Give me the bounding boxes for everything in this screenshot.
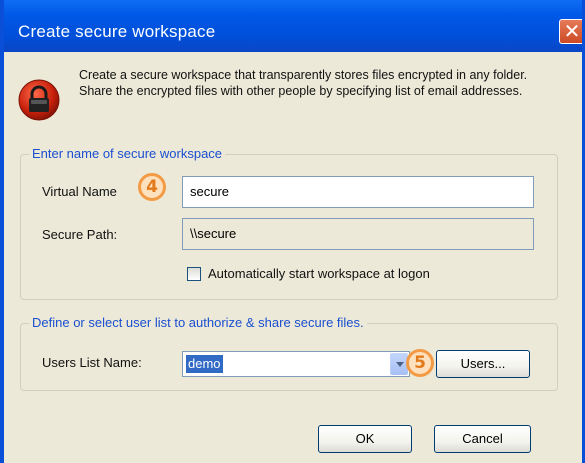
secure-path-label: Secure Path: — [42, 227, 118, 242]
create-secure-workspace-dialog: Create secure workspace ✕ Create a secur… — [0, 0, 585, 463]
workspace-group-legend: Enter name of secure workspace — [29, 146, 226, 161]
lock-icon — [18, 79, 60, 121]
ok-button[interactable]: OK — [318, 425, 412, 453]
users-group-legend: Define or select user list to authorize … — [29, 315, 367, 330]
users-list-label: Users List Name: — [42, 355, 142, 370]
users-list-selected-value: demo — [186, 355, 223, 373]
autostart-checkbox[interactable] — [187, 267, 201, 281]
users-button[interactable]: Users... — [436, 350, 530, 378]
dialog-title: Create secure workspace — [18, 22, 216, 41]
virtual-name-input[interactable]: secure — [182, 176, 534, 208]
step-4-callout: 4 — [138, 173, 166, 201]
users-list-select[interactable]: demo — [182, 351, 410, 377]
autostart-label[interactable]: Automatically start workspace at logon — [208, 266, 430, 281]
intro-text: Create a secure workspace that transpare… — [79, 68, 528, 98]
close-button[interactable]: ✕ — [559, 19, 582, 44]
step-5-callout: 5 — [406, 349, 434, 377]
title-bar: Create secure workspace ✕ — [4, 0, 582, 52]
virtual-name-label: Virtual Name — [42, 184, 117, 199]
close-icon: ✕ — [563, 19, 581, 43]
cancel-button[interactable]: Cancel — [434, 425, 531, 453]
secure-path-field: \\secure — [182, 218, 534, 250]
